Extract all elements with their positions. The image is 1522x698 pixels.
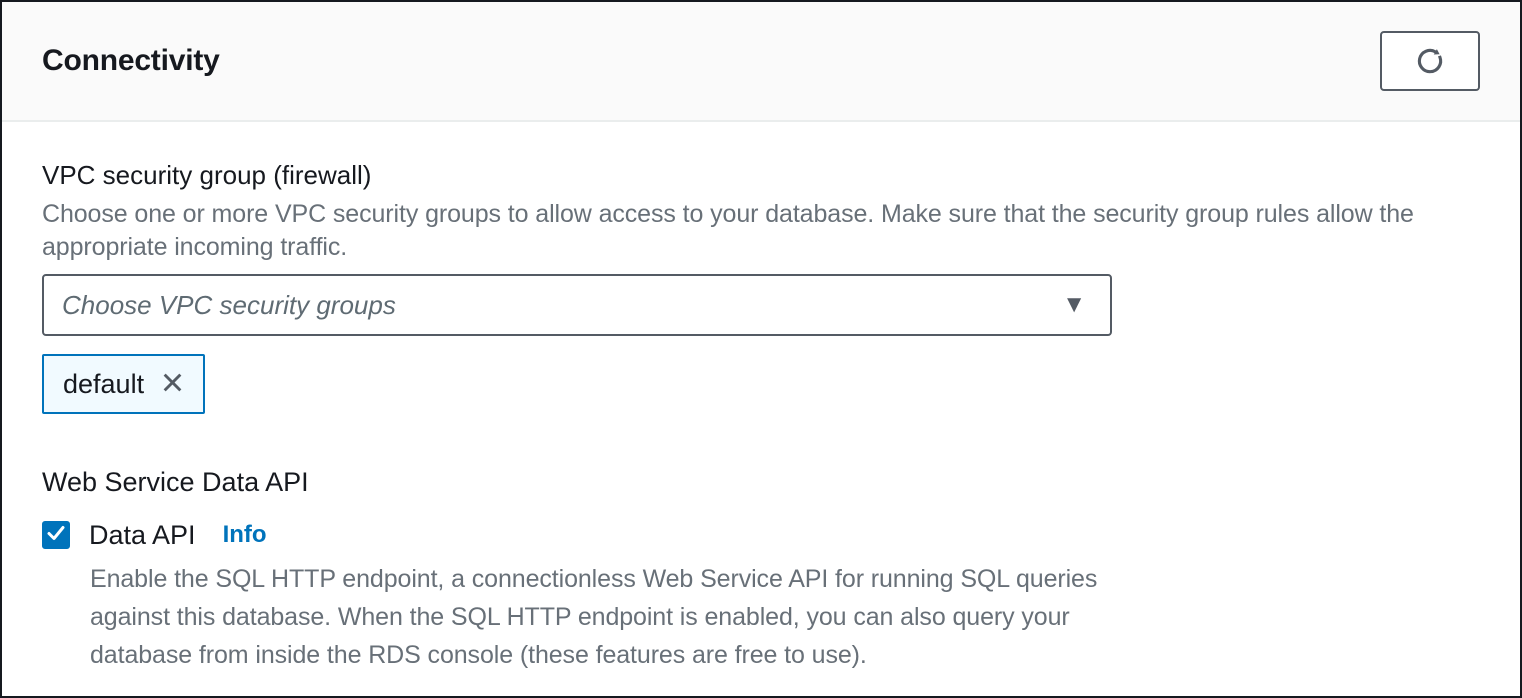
vpc-security-group-field: VPC security group (firewall) Choose one… [42, 158, 1480, 414]
page-title: Connectivity [42, 44, 220, 78]
vpc-security-group-select[interactable]: Choose VPC security groups ▼ [42, 274, 1112, 336]
panel-body: VPC security group (firewall) Choose one… [2, 122, 1520, 674]
data-api-checkbox[interactable] [42, 521, 70, 549]
info-link[interactable]: Info [223, 521, 267, 549]
chevron-down-icon: ▼ [1062, 293, 1086, 317]
refresh-icon [1413, 44, 1447, 78]
data-api-description: Enable the SQL HTTP endpoint, a connecti… [90, 560, 1150, 674]
token-label: default [63, 369, 144, 400]
select-placeholder: Choose VPC security groups [62, 290, 1062, 321]
panel-header: Connectivity [2, 2, 1520, 122]
data-api-section: Web Service Data API Data API Info Enabl… [42, 464, 1480, 674]
refresh-button[interactable] [1380, 31, 1480, 91]
web-service-data-api-heading: Web Service Data API [42, 464, 1480, 500]
close-icon [158, 368, 187, 400]
token-dismiss-button[interactable] [158, 368, 187, 400]
vpc-security-group-description: Choose one or more VPC security groups t… [42, 198, 1480, 264]
data-api-checkbox-row: Data API Info [42, 518, 1480, 552]
checkmark-icon [44, 521, 68, 550]
vpc-security-group-label: VPC security group (firewall) [42, 158, 1480, 192]
connectivity-panel: Connectivity VPC security group (firewal… [0, 0, 1522, 698]
security-group-token-default: default [42, 354, 205, 414]
data-api-checkbox-label[interactable]: Data API [89, 520, 196, 551]
